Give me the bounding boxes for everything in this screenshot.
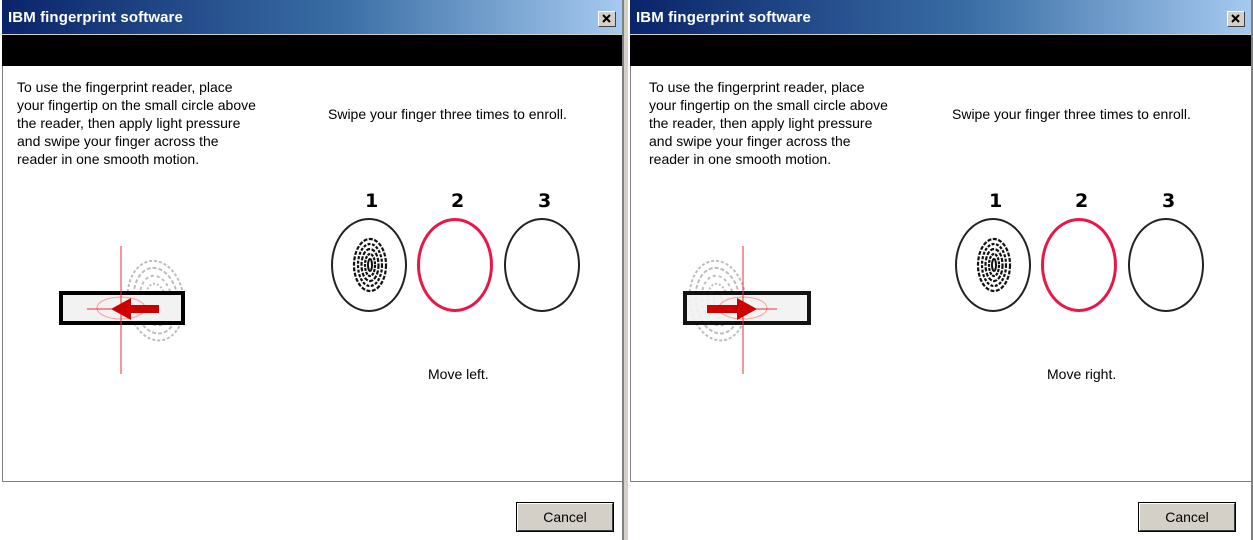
step-label-1: 1 (989, 190, 1003, 212)
fingerprint-icon (352, 237, 388, 293)
enroll-step-2-active (417, 218, 493, 312)
step-label-1: 1 (365, 190, 379, 212)
header-band (630, 35, 1251, 66)
enroll-step-1-complete (955, 218, 1031, 312)
enroll-step-3-pending (504, 218, 580, 312)
window-title: IBM fingerprint software (8, 9, 183, 26)
close-button[interactable] (598, 11, 616, 27)
enroll-step-3-pending (1128, 218, 1204, 312)
title-bar[interactable]: IBM fingerprint software (630, 0, 1251, 35)
step-label-2: 2 (451, 190, 465, 212)
status-message: Move left. (428, 366, 489, 382)
step-label-3: 3 (538, 190, 552, 212)
step-label-2: 2 (1075, 190, 1089, 212)
swipe-prompt: Swipe your finger three times to enroll. (952, 106, 1191, 122)
fingerprint-icon (976, 237, 1012, 293)
fingerprint-dialog-right: IBM fingerprint software To use the fing… (628, 0, 1253, 540)
swipe-diagram (59, 246, 186, 374)
footer: Cancel (2, 482, 622, 540)
fingerprint-dialog-left: IBM fingerprint software To use the fing… (0, 0, 624, 540)
status-message: Move right. (1047, 366, 1117, 382)
header-band (2, 35, 622, 66)
swipe-prompt: Swipe your finger three times to enroll. (328, 106, 567, 122)
enroll-step-1-complete (331, 218, 407, 312)
footer: Cancel (630, 482, 1251, 540)
cancel-button[interactable]: Cancel (516, 502, 614, 532)
close-icon (1231, 14, 1240, 23)
close-icon (602, 14, 611, 23)
enroll-step-2-active (1041, 218, 1117, 312)
content-area: To use the fingerprint reader, place you… (2, 66, 622, 482)
content-area: To use the fingerprint reader, place you… (630, 66, 1251, 482)
cancel-button[interactable]: Cancel (1138, 502, 1236, 532)
swipe-diagram (683, 246, 811, 374)
window-title: IBM fingerprint software (636, 9, 811, 26)
close-button[interactable] (1227, 11, 1245, 27)
title-bar[interactable]: IBM fingerprint software (2, 0, 622, 35)
step-label-3: 3 (1162, 190, 1176, 212)
